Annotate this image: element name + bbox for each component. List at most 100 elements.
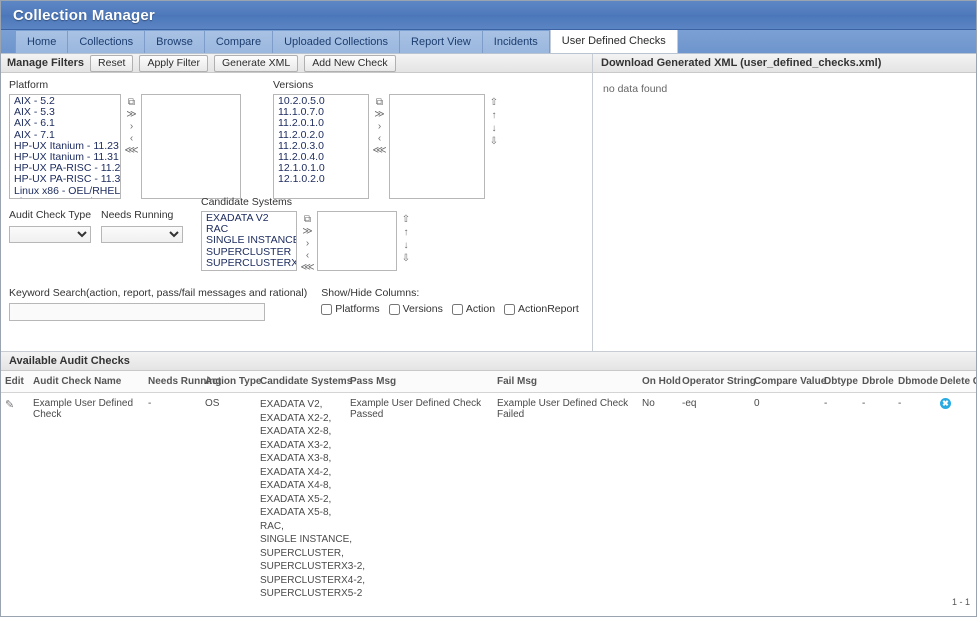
cell-dbtype: - <box>824 398 828 409</box>
checkbox-platforms[interactable] <box>321 303 333 315</box>
move-right-icon[interactable]: › <box>124 122 138 133</box>
tab-report-view[interactable]: Report View <box>400 31 483 53</box>
column-header-pass-msg[interactable]: Pass Msg <box>346 371 493 393</box>
versions-selected-list[interactable] <box>389 94 485 199</box>
needs-running-select[interactable] <box>101 226 183 243</box>
upper-body: Manage Filters Reset Apply Filter Genera… <box>1 54 976 351</box>
platform-available-list[interactable]: AIX - 5.2 AIX - 5.3 AIX - 6.1 AIX - 7.1 HP-U… <box>9 94 121 199</box>
column-header-fail-msg[interactable]: Fail Msg <box>493 371 638 393</box>
apply-filter-button[interactable]: Apply Filter <box>139 54 208 72</box>
move-right-icon[interactable]: › <box>300 239 314 250</box>
version-item[interactable]: 11.2.0.1.0 <box>276 118 368 129</box>
column-toggle-label: Action <box>465 303 496 315</box>
search-input[interactable] <box>9 303 265 321</box>
checkbox-actionreport[interactable] <box>504 303 516 315</box>
move-right-icon[interactable]: › <box>372 122 386 133</box>
column-header-operator-string[interactable]: Operator String <box>678 371 756 393</box>
candidate-systems-label: Candidate Systems <box>201 196 293 208</box>
column-toggle-platforms[interactable]: Platforms <box>321 303 380 315</box>
select-all-icon[interactable]: ⧉ <box>124 98 138 109</box>
move-to-bottom-icon[interactable]: ⇩ <box>400 254 412 265</box>
column-toggle-versions[interactable]: Versions <box>388 303 443 315</box>
candidate-system-entry: EXADATA X2-8, <box>260 426 332 437</box>
move-all-left-icon[interactable]: ⋘ <box>300 263 314 274</box>
manage-filters-label: Manage Filters <box>7 57 85 69</box>
candidate-system-item[interactable]: SINGLE INSTANCE <box>204 235 296 246</box>
candidate-system-entry: EXADATA X3-2, <box>260 439 332 451</box>
cell-fail-msg: Example User Defined Check Failed <box>497 398 629 420</box>
title-bar: Collection Manager <box>1 1 976 30</box>
move-all-right-icon[interactable]: ≫ <box>372 110 386 121</box>
column-header-audit-check-name[interactable]: Audit Check Name <box>29 371 144 393</box>
column-header-edit[interactable]: Edit <box>1 371 29 393</box>
checkbox-action[interactable] <box>451 303 463 315</box>
versions-order-buttons: ⇧ ↑ ↓ ⇩ <box>485 94 502 148</box>
reset-button[interactable]: Reset <box>90 54 134 72</box>
candidate-system-entry: EXADATA X5-8, <box>260 507 332 518</box>
move-to-top-icon[interactable]: ⇧ <box>488 98 500 109</box>
candidate-system-entry: SUPERCLUSTERX3-2, <box>260 561 366 572</box>
move-left-icon[interactable]: ‹ <box>124 134 138 145</box>
table-header-row: Edit Audit Check Name Needs Running Action … <box>1 371 976 393</box>
move-to-bottom-icon[interactable]: ⇩ <box>488 137 500 148</box>
audit-checks-scroll-area[interactable]: Edit Audit Check Name Needs Running Action … <box>1 371 976 609</box>
cell-edit[interactable]: ✎ <box>1 393 29 605</box>
checkbox-versions[interactable] <box>388 303 400 315</box>
keyword-search-group: Keyword Search(action, report, pass/fail… <box>9 287 307 321</box>
candidate-systems-selected-list[interactable] <box>317 211 397 271</box>
move-up-icon[interactable]: ↑ <box>488 111 500 122</box>
cell-delete-check[interactable]: ✖ <box>936 393 976 605</box>
candidate-system-item[interactable]: SUPERCLUSTERX4-2 <box>204 268 296 270</box>
move-down-icon[interactable]: ↓ <box>400 241 412 252</box>
platform-item[interactable]: AIX - 6.1 <box>12 118 120 129</box>
select-all-icon[interactable]: ⧉ <box>372 98 386 109</box>
tab-uploaded-collections[interactable]: Uploaded Collections <box>273 31 401 53</box>
candidate-systems-cell-list: EXADATA V2, EXADATA X2-2, EXADATA X2-8, EXA… <box>260 398 366 601</box>
candidate-systems-available-list[interactable]: EXADATA V2 RAC SINGLE INSTANCE SUPERCLUSTER… <box>201 211 297 271</box>
column-header-needs-running[interactable]: Needs Running <box>144 371 221 393</box>
move-up-icon[interactable]: ↑ <box>400 228 412 239</box>
column-header-action-type[interactable]: Action Type <box>201 371 261 393</box>
edit-icon[interactable]: ✎ <box>5 399 14 411</box>
candidate-system-entry: EXADATA X4-8, <box>260 480 332 491</box>
audit-check-type-select[interactable] <box>9 226 91 243</box>
tab-compare[interactable]: Compare <box>204 31 274 53</box>
column-header-dbmode[interactable]: Dbmode <box>894 371 938 393</box>
candidate-systems-order-buttons: ⇧ ↑ ↓ ⇩ <box>397 211 414 265</box>
tab-user-defined-checks[interactable]: User Defined Checks <box>549 30 678 53</box>
tab-browse[interactable]: Browse <box>145 31 205 53</box>
move-all-left-icon[interactable]: ⋘ <box>372 146 386 157</box>
move-to-top-icon[interactable]: ⇧ <box>400 215 412 226</box>
generate-xml-button[interactable]: Generate XML <box>213 54 299 72</box>
move-down-icon[interactable]: ↓ <box>488 124 500 135</box>
tab-home[interactable]: Home <box>15 31 69 53</box>
move-left-icon[interactable]: ‹ <box>300 251 314 262</box>
platform-selected-list[interactable] <box>141 94 241 199</box>
column-header-compare-value[interactable]: Compare Value <box>750 371 826 393</box>
platform-item[interactable]: HP-UX PA-RISC - 11.31 <box>12 174 120 185</box>
versions-available-list[interactable]: 10.2.0.5.0 11.1.0.7.0 11.2.0.1.0 11.2.0.2.0… <box>273 94 369 199</box>
move-left-icon[interactable]: ‹ <box>372 134 386 145</box>
candidate-system-entry: SUPERCLUSTERX4-2, <box>260 574 366 586</box>
column-header-candidate-systems[interactable]: Candidate Systems <box>256 371 352 393</box>
tab-incidents[interactable]: Incidents <box>482 31 550 53</box>
move-all-left-icon[interactable]: ⋘ <box>124 146 138 157</box>
column-header-dbrole[interactable]: Dbrole <box>858 371 894 393</box>
keyword-search-label: Keyword Search(action, report, pass/fail… <box>9 287 308 299</box>
platform-item[interactable]: Linux x86 - OEL/RHEL 5 <box>12 196 120 198</box>
move-all-right-icon[interactable]: ≫ <box>124 110 138 121</box>
move-all-right-icon[interactable]: ≫ <box>300 227 314 238</box>
candidate-system-entry: EXADATA X4-2, <box>260 466 332 478</box>
column-toggle-label: ActionReport <box>518 303 579 315</box>
column-header-on-hold[interactable]: On Hold <box>638 371 681 393</box>
versions-transfer-buttons: ⧉ ≫ › ‹ ⋘ <box>369 94 389 157</box>
column-toggle-action[interactable]: Action <box>451 303 496 315</box>
select-all-icon[interactable]: ⧉ <box>300 215 314 226</box>
tab-collections[interactable]: Collections <box>68 31 146 53</box>
version-item[interactable]: 12.1.0.2.0 <box>276 174 368 185</box>
column-header-delete-check[interactable]: Delete Check <box>936 371 976 393</box>
column-toggle-actionreport[interactable]: ActionReport <box>504 303 579 315</box>
column-header-dbtype[interactable]: Dbtype <box>820 371 858 393</box>
add-new-check-button[interactable]: Add New Check <box>304 54 396 72</box>
delete-check-icon[interactable]: ✖ <box>940 398 951 409</box>
